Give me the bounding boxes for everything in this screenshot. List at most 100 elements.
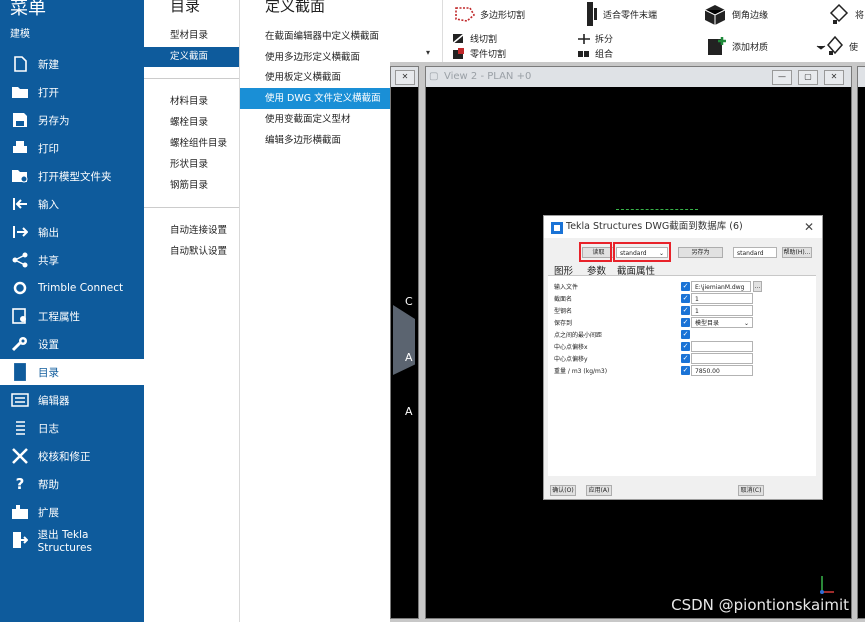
param-checkbox-section-name[interactable]: ✓ <box>681 294 690 303</box>
polygon-cut-button[interactable]: 多边形切割 <box>452 5 525 23</box>
menu-item-open-model-folder[interactable]: 打开模型文件夹 <box>0 163 144 189</box>
menu-item-exit[interactable]: 退出 Tekla Structures <box>0 527 144 554</box>
view-maximize-button[interactable]: ▢ <box>798 70 818 85</box>
save-as-button[interactable]: 另存为 <box>678 247 723 258</box>
menu-item-catalog[interactable]: 目录 <box>0 359 144 385</box>
submenu-item-section-editor[interactable]: 在截面编辑器中定义横截面 <box>240 26 390 47</box>
save-as-name-input[interactable]: standard <box>733 247 777 258</box>
split-button[interactable]: 拆分 <box>577 32 613 45</box>
line-cut-icon <box>452 32 466 45</box>
axis-icon <box>818 572 838 596</box>
save-to-select[interactable]: 模型目录 ⌄ <box>691 317 753 328</box>
catalog-item-material[interactable]: 材料目录 <box>144 92 239 112</box>
help-icon: ? <box>15 475 25 493</box>
menu-item-project-properties[interactable]: 工程属性 <box>0 303 144 329</box>
param-checkbox-profile-name[interactable]: ✓ <box>681 306 690 315</box>
ribbon-right-top-button[interactable]: 将 <box>827 3 864 25</box>
ribbon-expand-arrow[interactable]: ▾ <box>426 48 430 57</box>
watermark: CSDN @piontionskaimit <box>671 596 849 614</box>
param-checkbox-min-distance[interactable]: ✓ <box>681 330 690 339</box>
split-label: 拆分 <box>595 35 614 45</box>
catalog-item-auto-defaults[interactable]: 自动默认设置 <box>144 242 239 262</box>
menu-item-open[interactable]: 打开 <box>0 79 144 105</box>
combine-button[interactable]: 组合 <box>577 47 613 60</box>
menu-item-label: 校核和修正 <box>38 450 91 463</box>
menu-item-trimble-connect[interactable]: Trimble Connect <box>0 275 144 301</box>
line-cut-label: 线切割 <box>470 35 498 45</box>
menu-item-import[interactable]: 输入 <box>0 191 144 217</box>
menu-item-save-as[interactable]: 另存为 <box>0 107 144 133</box>
menu-item-label: 共享 <box>38 254 59 267</box>
menu-item-print[interactable]: 打印 <box>0 135 144 161</box>
menu-item-extensions[interactable]: 扩展 <box>0 499 144 525</box>
menu-item-label: 日志 <box>38 422 59 435</box>
profile-name-field[interactable]: 1 <box>691 305 753 316</box>
view-3-window[interactable] <box>857 66 865 619</box>
polygon-cut-icon <box>452 5 476 23</box>
catalog-item-bolt[interactable]: 螺栓目录 <box>144 113 239 133</box>
main-menu-panel: 菜单 建模 新建 打开 另存为 打印 打开模型文件夹 输入 输出 共享 Trim… <box>0 0 144 622</box>
submenu-item-polygon[interactable]: 使用多边形定义横截面 <box>240 47 390 68</box>
view-1-close-button[interactable]: ✕ <box>395 70 415 85</box>
offset-x-field[interactable] <box>691 341 753 352</box>
menu-item-new[interactable]: 新建 <box>0 51 144 77</box>
menu-item-label: 另存为 <box>38 114 70 127</box>
param-checkbox-offset-y[interactable]: ✓ <box>681 354 690 363</box>
part-cut-button[interactable]: 零件切割 <box>452 47 506 60</box>
menu-item-settings[interactable]: 设置 <box>0 331 144 357</box>
highlight-preset-select <box>613 242 671 262</box>
param-checkbox-density[interactable]: ✓ <box>681 366 690 375</box>
fit-part-end-button[interactable]: 适合零件末端 <box>585 2 657 26</box>
polygon-cut-label: 多边形切割 <box>480 10 526 21</box>
save-to-value: 模型目录 <box>695 320 720 327</box>
check-tools-icon <box>10 447 30 465</box>
menu-item-check-and-fix[interactable]: 校核和修正 <box>0 443 144 469</box>
submenu-item-variable-section[interactable]: 使用变截面定义型材 <box>240 109 390 130</box>
offset-y-field[interactable] <box>691 353 753 364</box>
chamfer-edges-button[interactable]: 倒角边缘 <box>702 2 768 26</box>
param-checkbox-save-to[interactable]: ✓ <box>681 318 690 327</box>
submenu-item-edit-polygon[interactable]: 编辑多边形横截面 <box>240 130 390 151</box>
density-field[interactable]: 7850.00 <box>691 365 753 376</box>
catalog-item-rebar[interactable]: 钢筋目录 <box>144 176 239 196</box>
menu-item-export[interactable]: 输出 <box>0 219 144 245</box>
apply-button[interactable]: 应用(A) <box>586 485 612 496</box>
combine-label: 组合 <box>595 50 614 60</box>
param-label-offset-x: 中心点偏移x <box>554 344 588 351</box>
catalog-item-profile[interactable]: 型材目录 <box>144 26 239 46</box>
ribbon-right-bottom-button[interactable]: 使 <box>815 35 858 57</box>
menu-item-editor[interactable]: 编辑器 <box>0 387 144 413</box>
add-material-button[interactable]: 添加材质 <box>706 35 768 57</box>
catalog-divider <box>144 207 239 208</box>
view-close-button[interactable]: ✕ <box>824 70 844 85</box>
catalog-item-define-section[interactable]: 定义截面 <box>144 47 239 67</box>
view-minimize-button[interactable]: — <box>772 70 792 85</box>
catalog-item-bolt-assembly[interactable]: 螺栓组件目录 <box>144 134 239 154</box>
menu-item-label: 编辑器 <box>38 394 70 407</box>
input-file-field[interactable]: E:\jiemianM.dwg <box>691 281 751 292</box>
add-material-label: 添加材质 <box>732 42 769 53</box>
line-cut-button[interactable]: 线切割 <box>452 32 497 45</box>
catalog-item-shape[interactable]: 形状目录 <box>144 155 239 175</box>
new-file-icon <box>10 55 30 73</box>
cancel-button[interactable]: 取消(C) <box>738 485 764 496</box>
help-button[interactable]: 帮助(H)... <box>782 247 812 258</box>
browse-file-button[interactable]: … <box>753 281 762 292</box>
submenu-item-plate[interactable]: 使用板定义横截面 <box>240 67 390 88</box>
menu-item-log[interactable]: 日志 <box>0 415 144 441</box>
param-label-density: 重量 / m3 (kg/m3) <box>554 368 608 375</box>
dialog-close-icon[interactable]: ✕ <box>804 216 814 238</box>
param-checkbox-input-file[interactable]: ✓ <box>681 282 690 291</box>
view-1-window[interactable]: ✕ C A A <box>390 66 419 619</box>
param-label-offset-y: 中心点偏移y <box>554 356 588 363</box>
catalog-item-auto-connection[interactable]: 自动连接设置 <box>144 221 239 241</box>
submenu-item-dwg-file[interactable]: 使用 DWG 文件定义横截面 <box>240 88 390 109</box>
menu-item-help[interactable]: ? 帮助 <box>0 471 144 497</box>
section-shape-fragment <box>393 305 415 375</box>
section-name-field[interactable]: 1 <box>691 293 753 304</box>
split-icon <box>577 33 591 45</box>
menu-item-share[interactable]: 共享 <box>0 247 144 273</box>
param-label-min-distance: 点之间的最小间距 <box>554 332 603 339</box>
param-checkbox-offset-x[interactable]: ✓ <box>681 342 690 351</box>
ok-button[interactable]: 确认(O) <box>550 485 576 496</box>
